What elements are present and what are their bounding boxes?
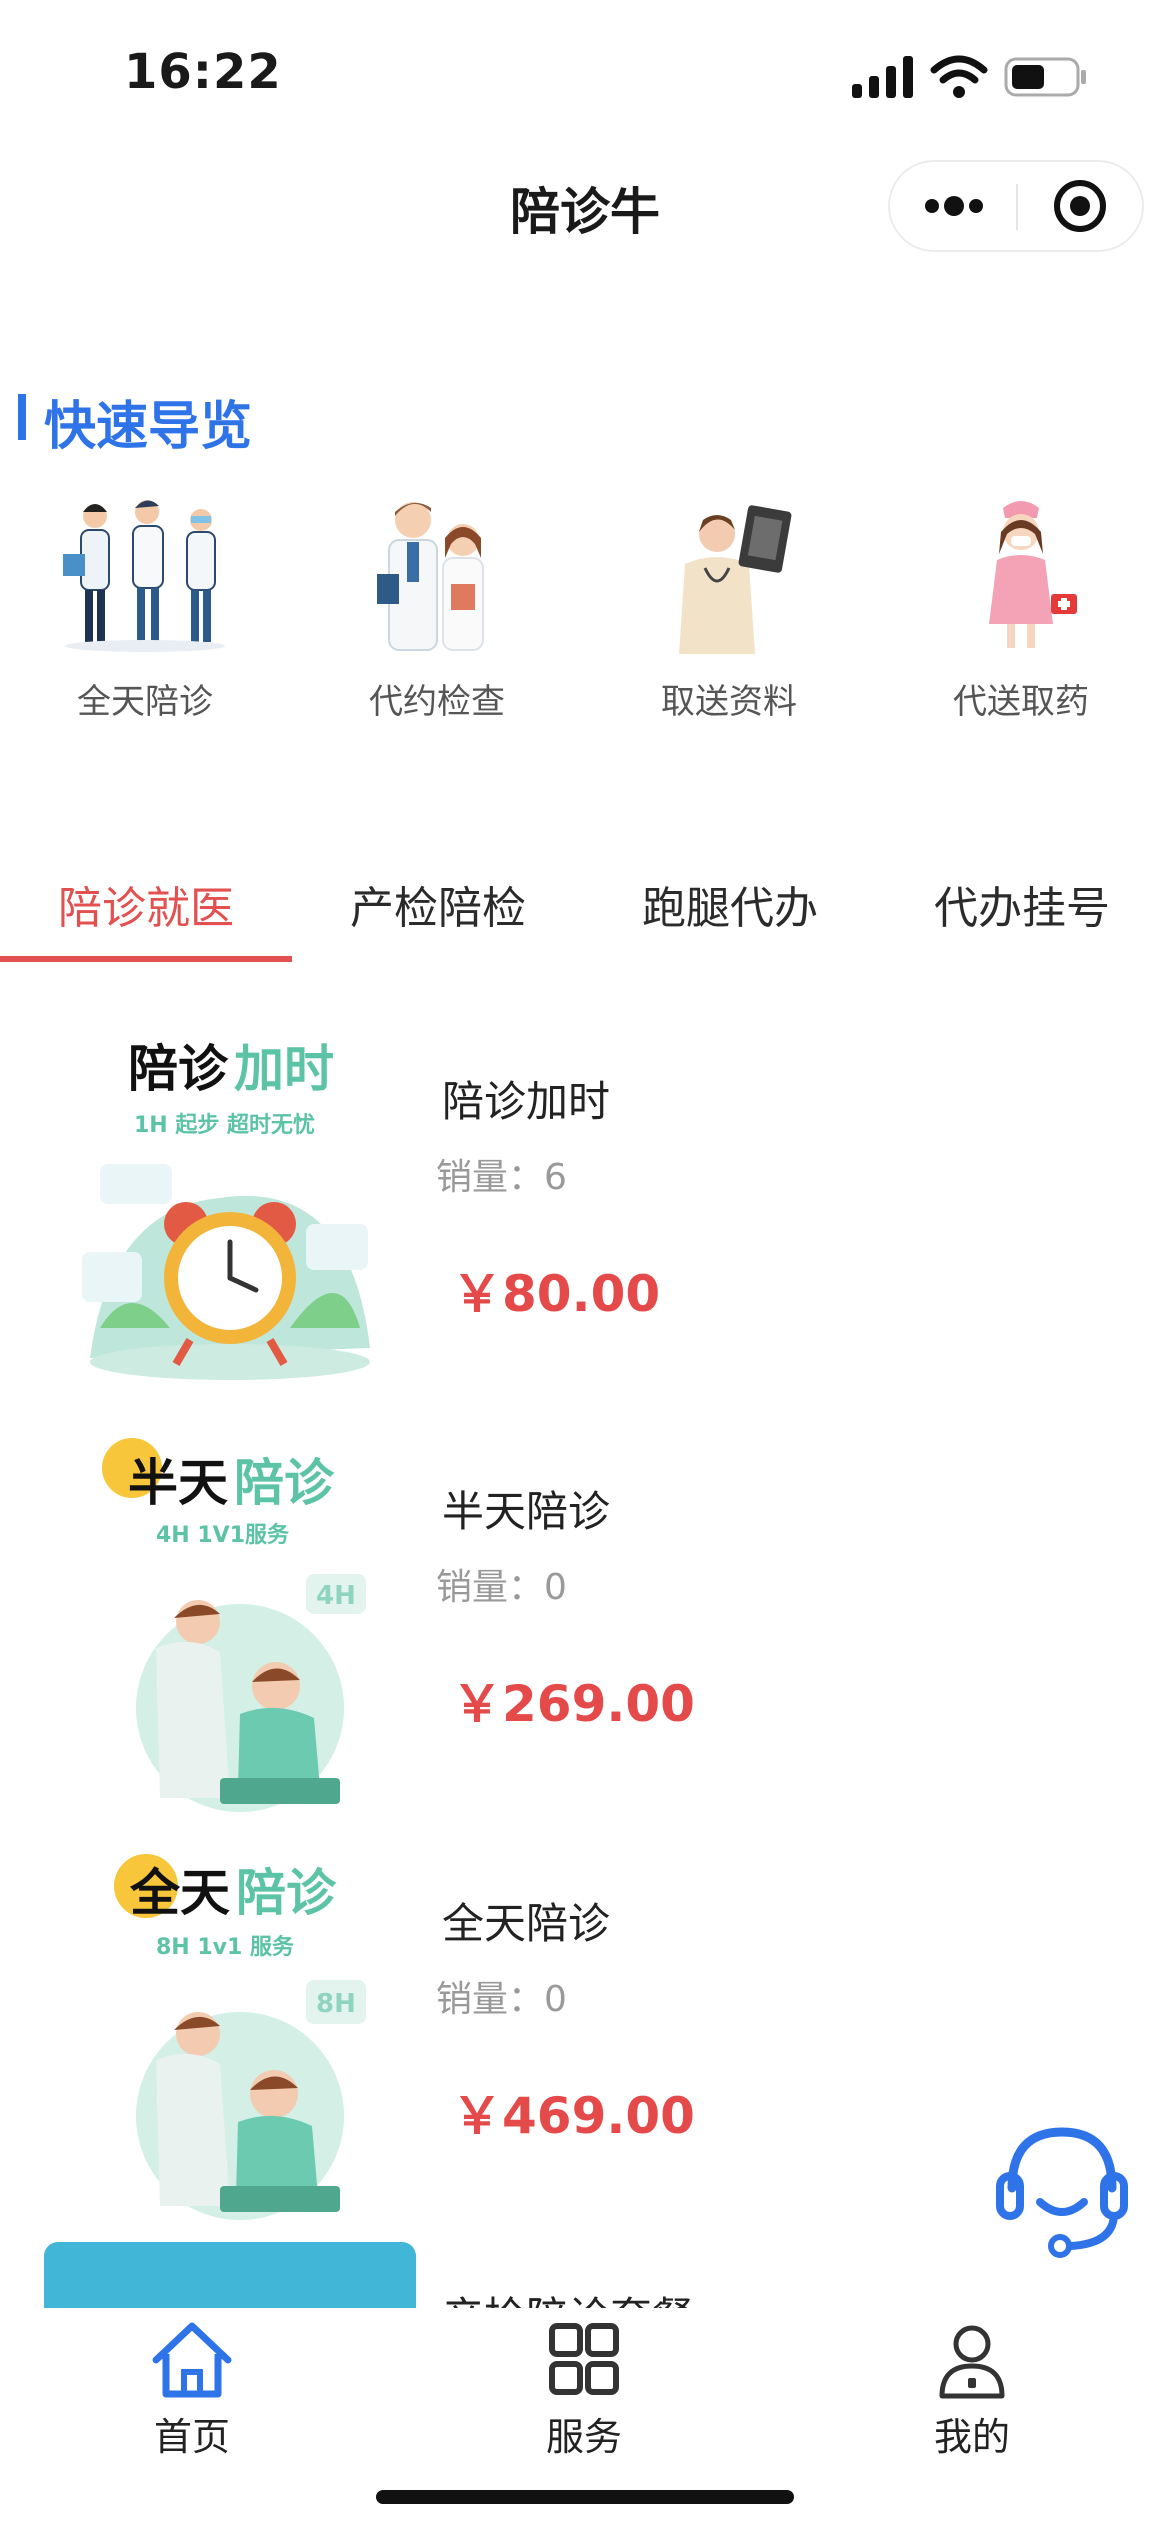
tabbar-label: 我的 <box>933 2415 1010 2459</box>
tab-underline <box>0 956 292 962</box>
home-indicator <box>376 2490 794 2504</box>
tab-errand[interactable]: 跑腿代办 <box>584 872 876 936</box>
capsule-divider <box>1016 184 1018 230</box>
thumb-subtitle: 4H 1V1服务 <box>156 1523 290 1548</box>
product-price: ￥80.00 <box>452 1265 661 1323</box>
section-title: 快速导览 <box>44 397 253 457</box>
product-price: ￥269.00 <box>452 1675 695 1733</box>
quick-nav-item-deliver-docs[interactable]: 取送资料 <box>584 494 874 724</box>
thumb-title-b: 加时 <box>234 1040 334 1098</box>
quick-nav-item-deliver-medicine[interactable]: 代送取药 <box>876 494 1166 724</box>
tab-accompany[interactable]: 陪诊就医 <box>0 872 292 936</box>
product-item[interactable]: 半天 陪诊 4H 1V1服务 4H 半天陪诊 销量：0 ￥269.00 <box>0 1428 1170 1840</box>
more-icon[interactable] <box>922 194 986 218</box>
product-name: 半天陪诊 <box>442 1487 611 1536</box>
product-name: 陪诊加时 <box>442 1077 611 1126</box>
product-thumbnail[interactable] <box>44 2242 416 2308</box>
thumb-title-a: 半天 <box>128 1454 228 1512</box>
status-time: 16:22 <box>124 44 282 100</box>
nurse-girl-medkit-icon <box>989 501 1077 648</box>
quick-nav-item-book-exam[interactable]: 代约检查 <box>292 494 582 724</box>
quick-nav-label: 取送资料 <box>661 682 797 722</box>
tabbar-label: 服务 <box>545 2415 622 2459</box>
quick-nav-label: 代送取药 <box>953 682 1089 722</box>
thumb-title-a: 全天 <box>129 1864 230 1922</box>
thumb-title-b: 陪诊 <box>236 1864 337 1922</box>
quick-nav-label: 全天陪诊 <box>77 682 213 722</box>
product-name: 全天陪诊 <box>442 1899 611 1948</box>
product-thumbnail: 全天 陪诊 8H 1v1 服务 8H <box>114 1854 366 2220</box>
user-icon <box>939 2325 1005 2399</box>
product-thumbnail: 半天 陪诊 4H 1V1服务 4H <box>102 1438 366 1812</box>
thumb-badge: 8H <box>316 1989 356 2019</box>
tabbar-label: 首页 <box>153 2415 230 2459</box>
tab-prenatal[interactable]: 产检陪检 <box>292 872 584 936</box>
battery-icon <box>1004 57 1086 97</box>
thumb-subtitle: 8H 1v1 服务 <box>156 1935 295 1960</box>
home-icon <box>152 2322 232 2398</box>
thumb-badge: 4H <box>316 1581 356 1611</box>
product-item[interactable]: 陪诊 加时 1H 起步 超时无忧 陪诊加时 销量：6 ￥80.00 <box>0 1018 1170 1430</box>
thumb-title-b: 陪诊 <box>234 1454 335 1512</box>
product-thumbnail: 陪诊 加时 1H 起步 超时无忧 <box>82 1040 370 1380</box>
section-marker <box>18 394 26 440</box>
tabbar-item-mine[interactable]: 我的 <box>852 2320 1092 2461</box>
close-miniprogram-icon[interactable] <box>1052 178 1108 234</box>
doctor-nurse-icon <box>377 502 484 651</box>
doctors-group-icon <box>63 500 225 652</box>
product-sales: 销量：6 <box>436 1157 567 1198</box>
thumb-title-a: 陪诊 <box>128 1040 229 1098</box>
customer-service-icon[interactable] <box>994 2118 1130 2258</box>
tabbar-item-service[interactable]: 服务 <box>464 2320 704 2461</box>
quick-nav-label: 代约检查 <box>369 682 505 722</box>
tab-registration[interactable]: 代办挂号 <box>876 872 1168 936</box>
product-name: 产检陪诊套餐 <box>442 2284 694 2308</box>
tabbar-item-home[interactable]: 首页 <box>72 2320 312 2461</box>
product-price: ￥469.00 <box>452 2087 695 2145</box>
product-sales: 销量：0 <box>436 1567 567 1608</box>
thumb-subtitle: 1H 起步 超时无忧 <box>134 1112 315 1138</box>
wifi-icon <box>930 55 988 98</box>
cellular-signal-icon <box>852 56 913 98</box>
doctor-xray-icon <box>679 505 792 654</box>
quick-nav-item-full-day[interactable]: 全天陪诊 <box>0 494 290 724</box>
product-sales: 销量：0 <box>436 1979 567 2020</box>
grid-icon <box>549 2323 619 2395</box>
